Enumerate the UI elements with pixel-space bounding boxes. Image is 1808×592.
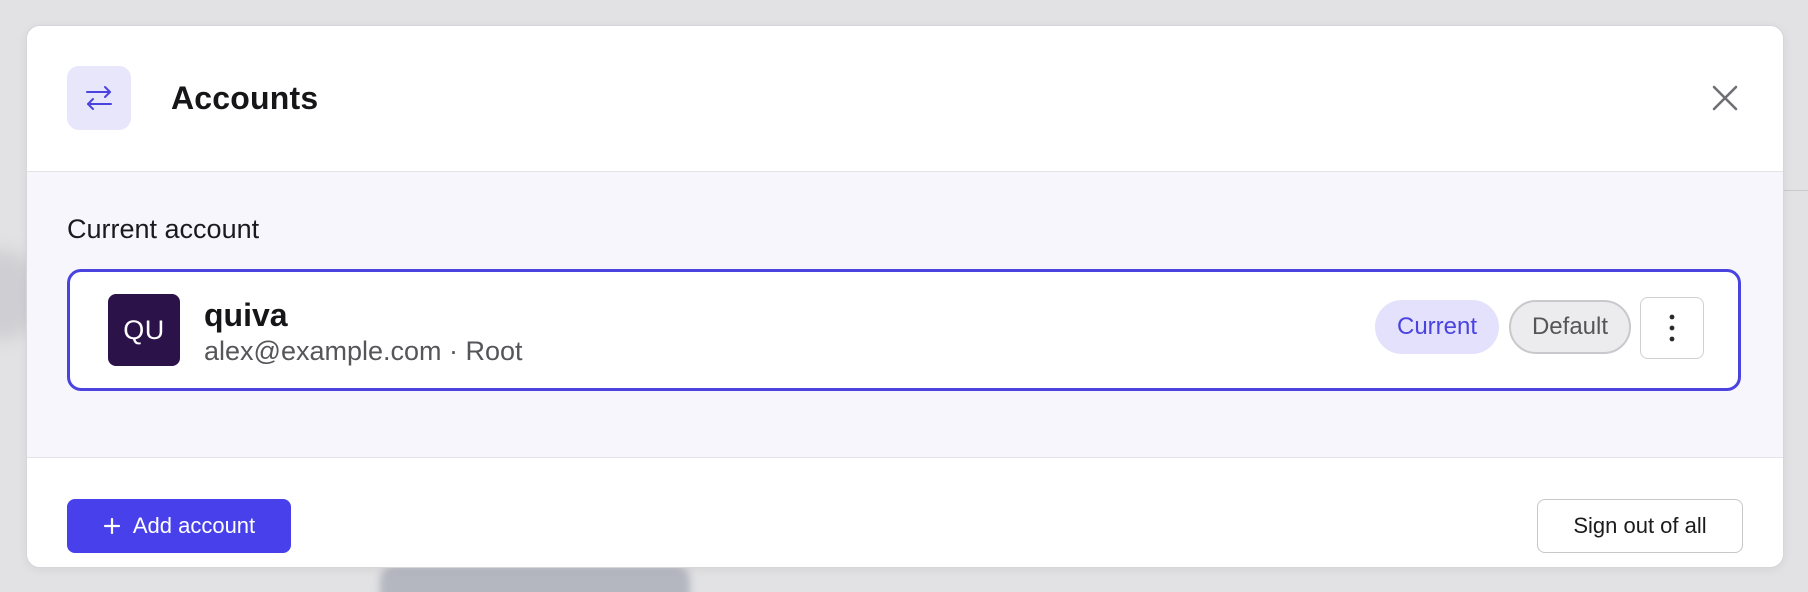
dialog-footer: Add account Sign out of all — [27, 459, 1783, 567]
add-account-button[interactable]: Add account — [67, 499, 291, 553]
current-account-card[interactable]: QU quiva alex@example.com · Root Current… — [67, 269, 1741, 391]
account-name: quiva — [204, 297, 288, 333]
accounts-dialog: Accounts Current account QU quiva alex@e… — [26, 25, 1784, 568]
more-vertical-icon — [1669, 314, 1675, 342]
sign-out-all-button[interactable]: Sign out of all — [1537, 499, 1743, 553]
add-account-label: Add account — [132, 513, 256, 538]
account-email-role: alex@example.com · Root — [204, 336, 523, 366]
plus-icon — [103, 517, 120, 535]
dialog-header: Accounts — [27, 26, 1783, 172]
dialog-title: Accounts — [171, 80, 319, 116]
current-badge: Current — [1375, 300, 1499, 354]
account-options-button[interactable] — [1640, 297, 1704, 359]
default-badge: Default — [1509, 300, 1631, 354]
close-button[interactable] — [1705, 78, 1745, 118]
section-label-current-account: Current account — [67, 214, 260, 244]
dialog-body: Current account QU quiva alex@example.co… — [27, 172, 1783, 458]
background-page-element — [380, 566, 690, 592]
avatar: QU — [108, 294, 180, 366]
swap-arrows-icon — [67, 66, 131, 130]
close-icon — [1712, 85, 1738, 111]
